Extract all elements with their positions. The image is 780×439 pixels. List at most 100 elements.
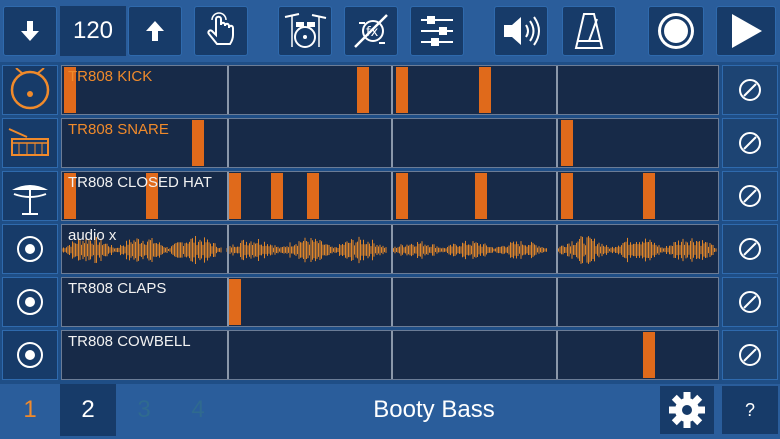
touch-mode-button[interactable] [194,6,248,56]
page-label: 2 [81,396,95,423]
page-button-3[interactable]: 3 [116,384,172,436]
track-name: TR808 CLAPS [68,280,167,297]
step-hit[interactable] [229,279,241,325]
track-mute-button[interactable] [722,171,778,221]
gear-icon [669,392,705,428]
mute-icon [739,291,761,313]
step-hit[interactable] [643,173,655,219]
step-hit[interactable] [307,173,319,219]
bar-divider [227,225,229,273]
bar-divider [227,66,229,114]
step-hit[interactable] [396,173,408,219]
track-instrument-button[interactable] [2,118,58,168]
bar-divider [391,225,393,273]
fx-button[interactable]: fx [344,6,398,56]
mixer-sliders-icon [421,16,453,46]
mixer-button[interactable] [410,6,464,56]
track-mute-button[interactable] [722,118,778,168]
bar-divider [556,225,558,273]
track-mute-button[interactable] [722,277,778,327]
tempo-down-button[interactable] [3,6,57,56]
arrow-up-icon [146,21,164,41]
mute-icon [739,132,761,154]
step-hit[interactable] [479,67,491,113]
bar-divider [227,119,229,167]
track-name: TR808 KICK [68,68,153,85]
bar-divider [556,172,558,220]
mute-icon [739,344,761,366]
track-row: TR808 CLOSED HAT [0,170,780,222]
step-hit[interactable] [192,120,204,166]
metronome-icon [574,13,604,49]
bar-divider [556,278,558,326]
track-mute-button[interactable] [722,330,778,380]
settings-button[interactable] [660,386,714,434]
track-lane[interactable]: TR808 COWBELL [61,330,719,380]
track-name: TR808 COWBELL [68,333,191,350]
track-mute-button[interactable] [722,65,778,115]
tempo-value: 120 [60,6,126,56]
track-instrument-button[interactable] [2,330,58,380]
drum-kit-icon [284,13,327,48]
page-button-4[interactable]: 4 [170,384,226,436]
track-row: audio x [0,223,780,275]
step-hit[interactable] [271,173,283,219]
step-hit[interactable] [643,332,655,378]
track-row: TR808 CLAPS [0,276,780,328]
song-title[interactable]: Booty Bass [224,384,644,436]
record-button[interactable] [648,6,704,56]
step-hit[interactable] [229,173,241,219]
track-instrument-button[interactable] [2,277,58,327]
page-label: 3 [137,396,151,423]
page-label: 1 [23,396,37,423]
bar-divider [556,331,558,379]
speaker-icon [504,16,540,46]
bar-divider [556,66,558,114]
track-lane[interactable]: TR808 CLOSED HAT [61,171,719,221]
track-lane[interactable]: audio x [61,224,719,274]
track-lane[interactable]: TR808 SNARE [61,118,719,168]
step-hit[interactable] [561,120,573,166]
track-lane[interactable]: TR808 KICK [61,65,719,115]
bar-divider [391,278,393,326]
record-track-icon [17,342,43,368]
step-hit[interactable] [561,173,573,219]
help-button[interactable]: ? [722,386,778,434]
track-name: audio x [68,227,117,244]
play-icon [732,14,762,48]
arrow-down-icon [21,21,39,41]
mute-icon [739,238,761,260]
volume-button[interactable] [494,6,548,56]
track-lane[interactable]: TR808 CLAPS [61,277,719,327]
step-hit[interactable] [357,67,369,113]
step-hit[interactable] [396,67,408,113]
track-instrument-button[interactable] [2,224,58,274]
kick-drum-icon [10,68,50,110]
snare-drum-icon [8,128,49,156]
play-button[interactable] [716,6,776,56]
bar-divider [391,331,393,379]
page-button-1[interactable]: 1 [2,384,58,436]
record-icon [658,13,694,49]
bar-divider [556,119,558,167]
track-row: TR808 SNARE [0,117,780,169]
track-mute-button[interactable] [722,224,778,274]
record-track-icon [17,289,43,315]
track-instrument-button[interactable] [2,171,58,221]
page-button-2[interactable]: 2 [60,384,116,436]
page-label: 4 [191,396,205,423]
mute-icon [739,185,761,207]
bottom-bar: 1 2 3 4 Booty Bass ? [0,384,780,439]
step-hit[interactable] [475,173,487,219]
track-row: TR808 KICK [0,64,780,116]
bar-divider [391,172,393,220]
touch-hand-icon [207,12,234,45]
top-toolbar: 120 fx [0,0,780,62]
bar-divider [227,331,229,379]
drum-kit-button[interactable] [278,6,332,56]
track-instrument-button[interactable] [2,65,58,115]
tempo-up-button[interactable] [128,6,182,56]
fx-icon: fx [354,14,388,48]
metronome-button[interactable] [562,6,616,56]
bar-divider [391,66,393,114]
